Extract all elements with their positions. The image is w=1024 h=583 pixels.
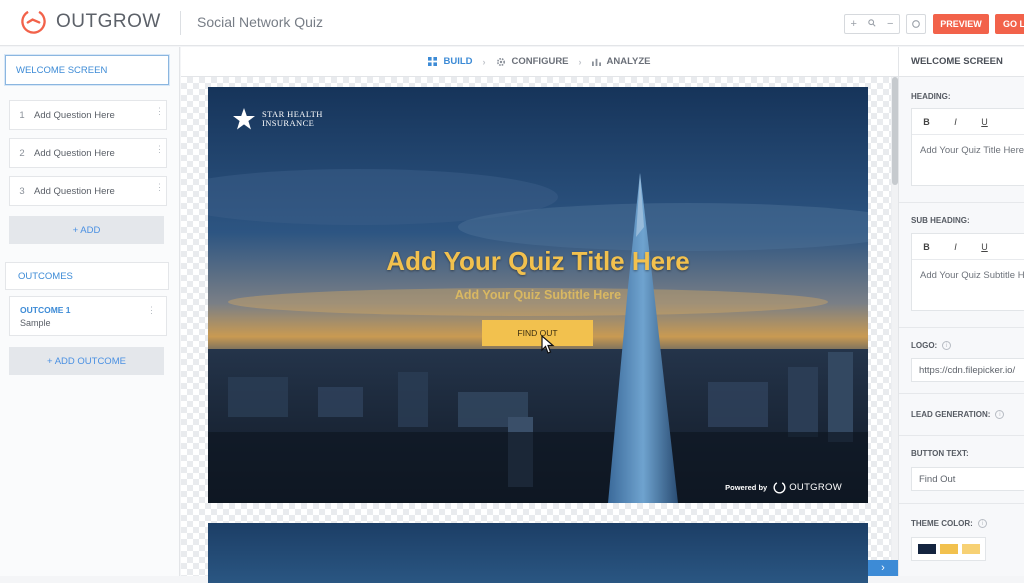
welcome-screen-item[interactable]: WELCOME SCREEN: [5, 55, 169, 85]
question-number: 3: [19, 185, 25, 197]
tab-analyze[interactable]: ANALYZE: [591, 56, 651, 67]
outcome-subtitle: Sample: [20, 318, 51, 328]
chevron-right-icon[interactable]: ›: [868, 560, 898, 576]
color-swatch-yellow[interactable]: [940, 544, 958, 554]
powered-by-text: Powered by: [725, 483, 768, 492]
subheading-label: SUB HEADING:: [911, 216, 970, 225]
drag-handle-icon[interactable]: ⋮: [147, 305, 156, 316]
format-toolbar: B I U: [912, 234, 1024, 260]
bar-chart-icon: [591, 58, 601, 66]
find-out-button[interactable]: FIND OUT: [482, 320, 593, 346]
go-live-button[interactable]: GO L: [995, 14, 1024, 34]
info-icon[interactable]: i: [977, 519, 987, 528]
divider: [899, 393, 1024, 394]
chevron-right-icon: ›: [578, 56, 582, 67]
quiz-name[interactable]: Social Network Quiz: [197, 14, 323, 30]
bold-button[interactable]: B: [912, 242, 941, 252]
divider: [899, 435, 1024, 436]
question-label: Add Question Here: [34, 109, 115, 121]
drag-handle-icon[interactable]: ⋮: [155, 145, 164, 154]
info-icon[interactable]: i: [942, 341, 952, 350]
top-bar: OUTGROW Social Network Quiz + − PREVIEW …: [0, 0, 1024, 46]
add-outcome-button[interactable]: + ADD OUTCOME: [9, 347, 164, 375]
italic-button[interactable]: I: [941, 117, 970, 127]
heading-editor[interactable]: B I U Add Your Quiz Title Here: [911, 108, 1024, 186]
mouse-cursor-icon: [541, 335, 555, 354]
brand-logo: STAR HEALTH INSURANCE: [232, 108, 323, 130]
subheading-text[interactable]: Add Your Quiz Subtitle Here: [912, 260, 1024, 291]
brand-text: STAR HEALTH INSURANCE: [262, 109, 323, 128]
outgrow-logo-icon: [773, 481, 786, 494]
add-question-button[interactable]: + ADD: [9, 216, 164, 244]
next-screen-preview[interactable]: [208, 523, 868, 583]
app-brand-name: OUTGROW: [56, 10, 161, 32]
divider: [899, 327, 1024, 328]
welcome-screen-preview[interactable]: STAR HEALTH INSURANCE Add Your Quiz Titl…: [208, 87, 868, 503]
color-swatch-dark[interactable]: [918, 544, 936, 554]
question-item[interactable]: 1 Add Question Here ⋮: [9, 100, 167, 130]
refresh-button[interactable]: [906, 14, 926, 34]
tab-label: CONFIGURE: [511, 56, 569, 67]
color-swatch-light-yellow[interactable]: [962, 544, 980, 554]
zoom-in-button[interactable]: +: [851, 18, 857, 30]
info-icon[interactable]: i: [995, 410, 1005, 419]
question-item[interactable]: 3 Add Question Here ⋮: [9, 176, 167, 206]
zoom-search-icon[interactable]: [868, 18, 876, 30]
zoom-out-button[interactable]: −: [887, 18, 893, 30]
button-text-input[interactable]: Find Out: [911, 467, 1024, 491]
question-item[interactable]: 2 Add Question Here ⋮: [9, 138, 167, 168]
question-number: 1: [19, 109, 25, 121]
lead-generation-label: LEAD GENERATION: i: [911, 410, 1005, 419]
heading-text[interactable]: Add Your Quiz Title Here: [912, 135, 1024, 166]
heading-label: HEADING:: [911, 92, 951, 101]
quiz-title[interactable]: Add Your Quiz Title Here: [208, 246, 868, 277]
powered-by-badge[interactable]: Powered by OUTGROW: [725, 481, 842, 494]
quiz-subtitle[interactable]: Add Your Quiz Subtitle Here: [208, 288, 868, 302]
outcome-title: OUTCOME 1: [20, 305, 71, 315]
divider: [180, 11, 181, 35]
refresh-icon: [912, 20, 920, 28]
question-number: 2: [19, 147, 25, 159]
star-icon: [233, 108, 255, 130]
divider: [899, 503, 1024, 504]
outcomes-header[interactable]: OUTCOMES: [5, 262, 169, 290]
tab-configure[interactable]: CONFIGURE: [496, 56, 569, 67]
preview-button[interactable]: PREVIEW: [933, 14, 989, 34]
theme-color-label: THEME COLOR: i: [911, 519, 987, 528]
drag-handle-icon[interactable]: ⋮: [155, 183, 164, 192]
italic-button[interactable]: I: [941, 242, 970, 252]
tab-build[interactable]: BUILD: [428, 56, 473, 67]
logo-label: LOGO: i: [911, 341, 952, 350]
question-label: Add Question Here: [34, 147, 115, 159]
divider: [899, 202, 1024, 203]
underline-button[interactable]: U: [970, 242, 999, 252]
bold-button[interactable]: B: [912, 117, 941, 127]
zoom-controls: + −: [844, 14, 900, 34]
builder-tabs: BUILD › CONFIGURE › ANALYZE: [181, 47, 898, 77]
grid-icon: [428, 57, 438, 66]
editor-canvas-area: BUILD › CONFIGURE › ANALYZE STAR HEALTH …: [181, 47, 898, 583]
chevron-right-icon: ›: [482, 56, 486, 67]
outcome-item[interactable]: OUTCOME 1 Sample ⋮: [9, 296, 167, 336]
powered-by-brand: OUTGROW: [789, 482, 842, 493]
question-label: Add Question Here: [34, 185, 115, 197]
tab-label: ANALYZE: [606, 56, 651, 67]
gear-icon: [496, 57, 505, 66]
button-text-label: BUTTON TEXT:: [911, 449, 969, 458]
properties-panel: WELCOME SCREEN HEADING: B I U Add Your Q…: [898, 47, 1024, 576]
logo-url-input[interactable]: https://cdn.filepicker.io/: [911, 358, 1024, 382]
drag-handle-icon[interactable]: ⋮: [155, 107, 164, 116]
subheading-editor[interactable]: B I U Add Your Quiz Subtitle Here: [911, 233, 1024, 311]
underline-button[interactable]: U: [970, 117, 999, 127]
app-logo[interactable]: OUTGROW: [20, 8, 161, 35]
format-toolbar: B I U: [912, 109, 1024, 135]
outgrow-logo-icon: [21, 9, 46, 34]
left-sidebar: WELCOME SCREEN 1 Add Question Here ⋮ 2 A…: [0, 47, 180, 576]
theme-color-picker[interactable]: [911, 537, 986, 561]
panel-title: WELCOME SCREEN: [899, 47, 1024, 77]
tab-label: BUILD: [443, 56, 473, 67]
